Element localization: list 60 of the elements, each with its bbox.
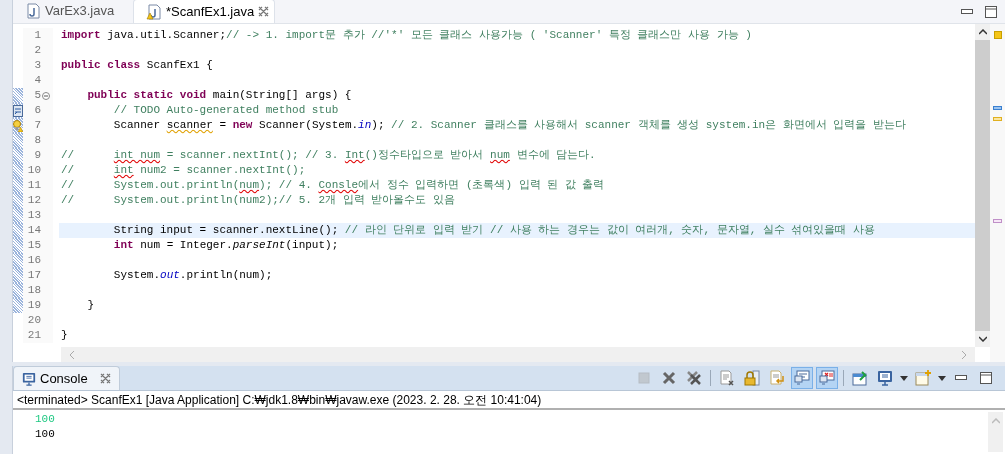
line-number: 6 <box>34 103 41 119</box>
process-status: <terminated> ScanfEx1 [Java Application] C:₩jdk1.8₩bin₩javaw.exe (2023. 2. 28. 오전 10:41:04) <box>17 391 542 409</box>
java-file-warning-icon <box>146 3 162 20</box>
warning-marker-icon <box>993 31 1002 39</box>
code-line: int num = Integer.parseInt(input); <box>112 238 339 254</box>
occurrence-marker-icon <box>993 219 1002 223</box>
line-number: 10 <box>27 163 41 179</box>
close-icon[interactable] <box>99 373 111 384</box>
line-number: 18 <box>27 283 41 299</box>
line-number: 4 <box>34 73 41 89</box>
code-line: String input = scanner.nextLine(); // 라인 단위로 입력 받기 // 사용 하는 경우는 값이 여러개, 숫자, 문자열, 실수 섞여있을때 사용 <box>112 223 876 239</box>
maximize-icon[interactable] <box>980 372 992 384</box>
line-number: 7 <box>34 118 41 134</box>
caret-icon[interactable] <box>900 375 908 381</box>
minimize-icon[interactable] <box>961 8 973 15</box>
editor-tab[interactable]: *ScanfEx1.java <box>133 0 275 23</box>
collapse-icon[interactable] <box>42 91 50 100</box>
line-number: 14 <box>27 223 41 239</box>
console-output-line: 100 <box>35 427 55 442</box>
code-line: import java.util.Scanner;// -> 1. import문 추가 //'*' 모든 클래스 사용가능 ( 'Scanner' 특정 클래스만 사용 가능 ) <box>61 28 752 44</box>
close-icon[interactable] <box>258 6 270 17</box>
monitor-icon <box>22 371 36 386</box>
code-line: public static void main(String[] args) { <box>86 88 352 104</box>
line-number: 17 <box>27 268 41 284</box>
code-line: // System.out.println(num); // 4. Consle에서 정수 입력하면 (초록색) 입력 된 값 출력 <box>61 178 605 194</box>
line-number: 19 <box>27 298 41 314</box>
code-line: // TODO Auto-generated method stub <box>112 103 339 119</box>
code-line: Scanner scanner = new Scanner(System.in); // 2. Scanner 클래스를 사용해서 scanner 객체를 생성 system.in은 화면에서 입력을 받는다 <box>112 118 906 134</box>
line-number: 1 <box>34 28 41 44</box>
maximize-icon[interactable] <box>985 5 997 18</box>
line-number: 20 <box>27 313 41 329</box>
editor-tab[interactable]: VarEx3.java <box>13 0 133 23</box>
line-number: 21 <box>27 328 41 344</box>
line-number: 2 <box>34 43 41 59</box>
line-number: 3 <box>34 58 41 74</box>
caret-icon[interactable] <box>938 375 946 381</box>
line-number: 8 <box>34 133 41 149</box>
code-line: } <box>86 298 94 314</box>
vertical-scrollbar[interactable] <box>988 412 1003 452</box>
code-line: // int num2 = scanner.nextInt(); <box>61 163 306 179</box>
code-line: System.out.println(num); <box>112 268 273 284</box>
code-line: // System.out.println(num2);// 5. 2개 입력 받아올수도 있음 <box>61 193 455 209</box>
line-number: 15 <box>27 238 41 254</box>
console-tab[interactable]: Console <box>13 366 120 390</box>
line-number: 12 <box>27 193 41 209</box>
lightbulb-warning-icon <box>13 119 23 132</box>
task-marker-icon <box>993 106 1002 110</box>
code-line: public class ScanfEx1 { <box>61 58 213 74</box>
line-number: 16 <box>27 253 41 269</box>
line-number: 11 <box>27 178 41 194</box>
minimize-icon[interactable] <box>955 375 967 381</box>
line-number: 9 <box>34 148 41 164</box>
console-output-line: 100 <box>35 412 55 427</box>
line-number: 13 <box>27 208 41 224</box>
java-file-icon <box>25 3 41 19</box>
code-line: // int num = scanner.nextInt(); // 3. Int()정수타입으로 받아서 num 변수에 담는다. <box>61 148 596 164</box>
warning-marker-icon <box>993 117 1002 121</box>
line-number: 5 <box>34 88 41 104</box>
code-line: } <box>61 328 68 344</box>
task-icon <box>13 104 23 117</box>
